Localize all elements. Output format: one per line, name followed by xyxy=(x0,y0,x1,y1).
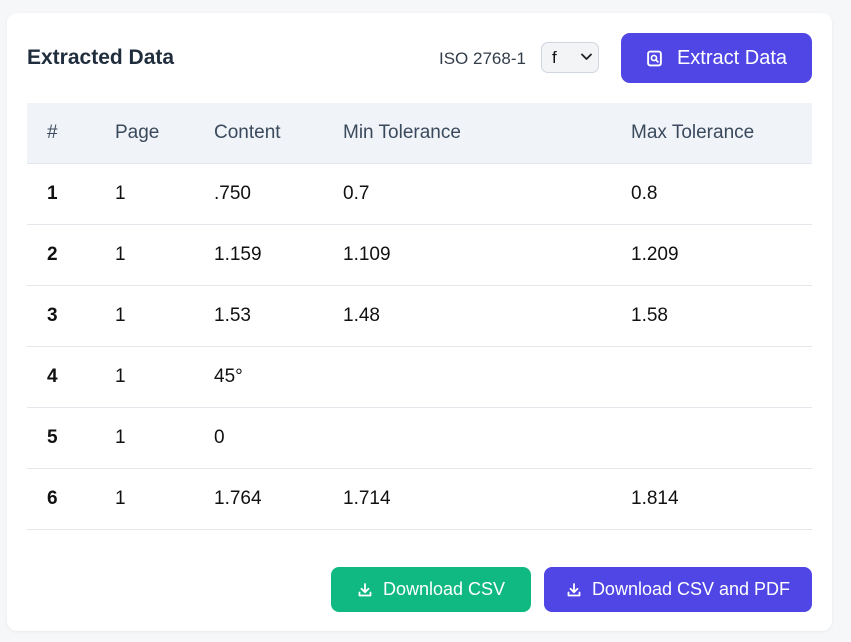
cell-number: 1 xyxy=(27,163,115,225)
cell-max-tolerance xyxy=(631,407,812,469)
cell-content: 1.53 xyxy=(214,285,343,347)
column-header-number: # xyxy=(27,103,115,164)
cell-page: 1 xyxy=(115,285,214,347)
cell-page: 1 xyxy=(115,407,214,469)
cell-max-tolerance: 0.8 xyxy=(631,163,812,225)
table-row: 1 1 .750 0.7 0.8 xyxy=(27,163,812,225)
cell-number: 3 xyxy=(27,285,115,347)
cell-content: 1.159 xyxy=(214,224,343,286)
cell-content: 45° xyxy=(214,346,343,408)
table-row: 5 1 0 xyxy=(27,407,812,469)
cell-min-tolerance: 1.48 xyxy=(343,285,631,347)
iso-standard-label: ISO 2768-1 xyxy=(439,49,526,68)
table-row: 4 1 45° xyxy=(27,346,812,408)
table-header-row: # Page Content Min Tolerance Max Toleran… xyxy=(27,103,812,164)
download-csv-and-pdf-label: Download CSV and PDF xyxy=(591,579,791,599)
page-title: Extracted Data xyxy=(27,46,175,69)
card-header: Extracted Data ISO 2768-1 f Extract Data xyxy=(27,33,812,83)
cell-min-tolerance: 0.7 xyxy=(343,163,631,225)
cell-page: 1 xyxy=(115,346,214,408)
scan-document-icon xyxy=(647,50,662,66)
cell-number: 4 xyxy=(27,346,115,408)
download-icon xyxy=(358,582,372,596)
extract-data-label: Extract Data xyxy=(676,46,788,69)
column-header-max-tolerance: Max Tolerance xyxy=(631,103,812,164)
cell-content: 0 xyxy=(214,407,343,469)
cell-content: 1.764 xyxy=(214,468,343,530)
tolerance-class-value: f xyxy=(552,48,557,67)
cell-min-tolerance xyxy=(343,407,631,469)
cell-page: 1 xyxy=(115,163,214,225)
cell-page: 1 xyxy=(115,224,214,286)
cell-min-tolerance xyxy=(343,346,631,408)
cell-page: 1 xyxy=(115,468,214,530)
cell-max-tolerance: 1.209 xyxy=(631,224,812,286)
table-row: 6 1 1.764 1.714 1.814 xyxy=(27,468,812,530)
extracted-data-card: Extracted Data ISO 2768-1 f Extract Data… xyxy=(7,13,832,631)
cell-min-tolerance: 1.109 xyxy=(343,224,631,286)
column-header-page: Page xyxy=(115,103,214,164)
download-csv-button[interactable]: Download CSV xyxy=(331,567,531,612)
download-actions: Download CSV Download CSV and PDF xyxy=(7,567,832,612)
cell-min-tolerance: 1.714 xyxy=(343,468,631,530)
extracted-data-table: # Page Content Min Tolerance Max Toleran… xyxy=(27,103,812,530)
column-header-min-tolerance: Min Tolerance xyxy=(343,103,631,164)
table-row: 2 1 1.159 1.109 1.209 xyxy=(27,224,812,286)
cell-content: .750 xyxy=(214,163,343,225)
extract-data-button[interactable]: Extract Data xyxy=(621,33,812,83)
cell-max-tolerance: 1.814 xyxy=(631,468,812,530)
cell-number: 2 xyxy=(27,224,115,286)
download-csv-and-pdf-button[interactable]: Download CSV and PDF xyxy=(544,567,812,612)
column-header-content: Content xyxy=(214,103,343,164)
download-csv-label: Download CSV xyxy=(382,579,506,599)
download-icon xyxy=(567,582,581,596)
cell-max-tolerance xyxy=(631,346,812,408)
tolerance-class-select[interactable]: f xyxy=(541,42,599,73)
table-row: 3 1 1.53 1.48 1.58 xyxy=(27,285,812,347)
cell-max-tolerance: 1.58 xyxy=(631,285,812,347)
cell-number: 5 xyxy=(27,407,115,469)
chevron-down-icon xyxy=(581,53,592,60)
cell-number: 6 xyxy=(27,468,115,530)
